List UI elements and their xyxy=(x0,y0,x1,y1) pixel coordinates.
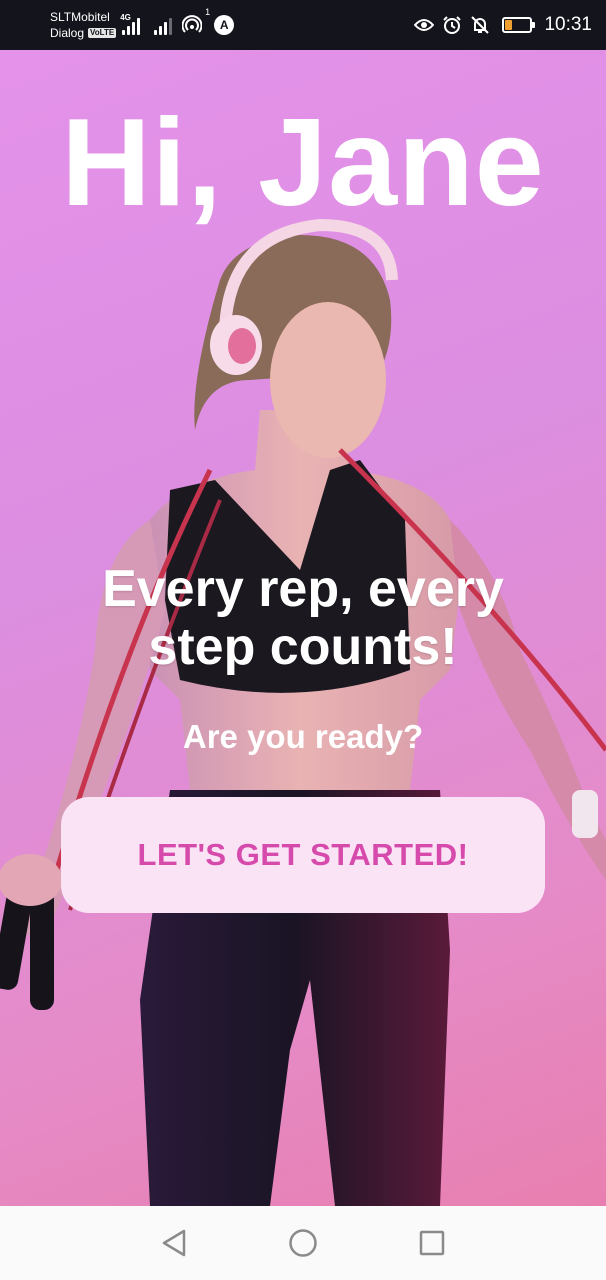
back-icon[interactable] xyxy=(152,1221,196,1265)
eye-comfort-icon xyxy=(414,15,435,35)
alarm-icon xyxy=(442,15,462,35)
system-nav-bar xyxy=(0,1206,606,1280)
carrier-2-name: Dialog xyxy=(50,26,85,40)
hotspot-icon: 1 xyxy=(181,7,210,35)
signal-strength-icon-sim1: 4G xyxy=(120,13,141,35)
hotspot-count: 1 xyxy=(205,7,211,17)
tagline-text: Every rep, every step counts! xyxy=(102,560,504,676)
app-notification-icon: A xyxy=(214,15,235,35)
network-type-label: 4G xyxy=(120,13,131,22)
get-started-button[interactable]: LET'S GET STARTED! xyxy=(61,797,545,913)
status-bar: SLTMobitel Dialog VoLTE 4G 1 A 10:31 xyxy=(0,0,606,50)
greeting-heading: Hi, Jane xyxy=(61,94,545,232)
home-icon[interactable] xyxy=(281,1221,325,1265)
volte-badge: VoLTE xyxy=(88,28,117,38)
clock: 10:31 xyxy=(544,14,592,35)
carrier-1-name: SLTMobitel xyxy=(50,10,110,24)
battery-level-fill xyxy=(505,20,512,30)
hero-section: Hi, Jane Every rep, every step counts! A… xyxy=(0,50,606,1206)
recents-icon[interactable] xyxy=(410,1221,454,1265)
signal-indicators: 4G xyxy=(120,13,173,35)
battery-icon xyxy=(502,17,536,33)
signal-strength-icon-sim2 xyxy=(154,17,173,35)
notifications-off-icon xyxy=(470,15,490,35)
carrier-info: SLTMobitel Dialog VoLTE xyxy=(50,9,117,41)
ready-prompt: Are you ready? xyxy=(182,718,424,755)
